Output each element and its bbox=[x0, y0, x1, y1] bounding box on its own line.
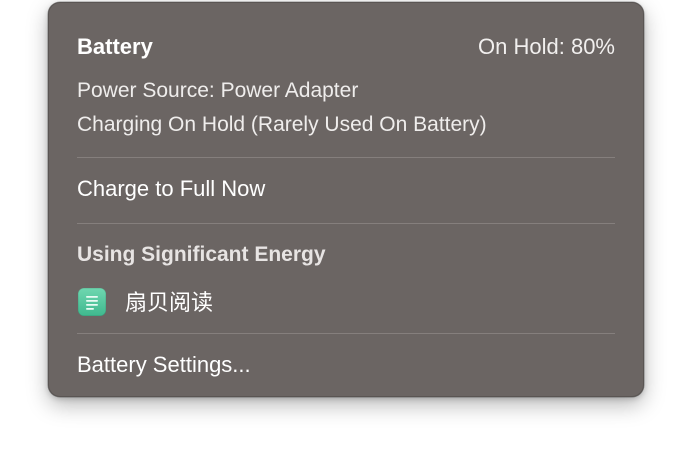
battery-header: Battery On Hold: 80% bbox=[77, 31, 615, 63]
charge-to-full-now-label: Charge to Full Now bbox=[77, 176, 266, 201]
energy-app-item[interactable]: 扇贝阅读 bbox=[59, 279, 633, 323]
battery-title: Battery bbox=[77, 34, 153, 59]
separator bbox=[77, 333, 615, 334]
energy-section-title: Using Significant Energy bbox=[77, 243, 326, 266]
battery-menu: Battery On Hold: 80% Power Source: Power… bbox=[48, 2, 644, 397]
charge-to-full-now-item[interactable]: Charge to Full Now bbox=[59, 167, 633, 211]
energy-app-name: 扇贝阅读 bbox=[125, 291, 214, 316]
separator bbox=[77, 223, 615, 224]
notes-app-icon bbox=[78, 288, 106, 316]
power-source-text: Power Source: Power Adapter bbox=[77, 79, 359, 102]
battery-settings-item[interactable]: Battery Settings... bbox=[59, 343, 633, 387]
battery-status: On Hold: 80% bbox=[478, 34, 615, 59]
charging-state-text: Charging On Hold (Rarely Used On Battery… bbox=[77, 113, 487, 136]
separator bbox=[77, 157, 615, 158]
battery-settings-label: Battery Settings... bbox=[77, 352, 251, 377]
